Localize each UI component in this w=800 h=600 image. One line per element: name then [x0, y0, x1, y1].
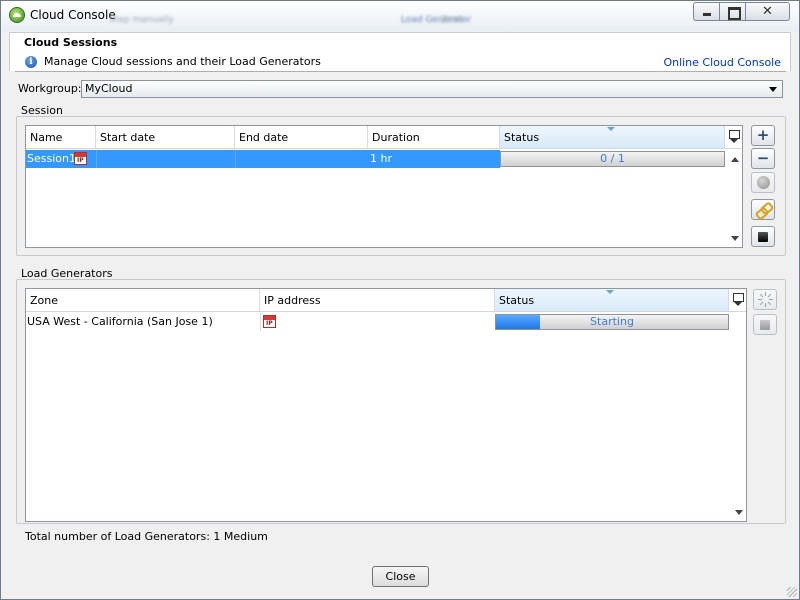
scroll-down-icon[interactable] — [731, 236, 739, 241]
total-load-generators-label: Total number of Load Generators: — [25, 530, 210, 543]
background-ghost-text: Step manually — [109, 15, 174, 25]
lg-ip-address-cell: IP — [260, 313, 495, 331]
session-table: Name Start date End date Duration Status… — [25, 125, 743, 248]
minimize-button[interactable] — [693, 2, 720, 21]
page-description: Manage Cloud sessions and their Load Gen… — [44, 55, 321, 68]
add-session-button[interactable]: + — [751, 125, 775, 146]
workgroup-label: Workgroup: — [18, 82, 82, 95]
plus-icon: + — [756, 126, 770, 144]
sort-indicator-icon — [606, 290, 614, 294]
session-end-date-cell — [235, 150, 368, 168]
remove-session-button[interactable]: − — [751, 148, 775, 169]
close-button[interactable]: Close — [372, 566, 429, 587]
title-bar: Cloud Console Step manually Load Generat… — [1, 1, 799, 31]
cloud-console-window: Cloud Console Step manually Load Generat… — [0, 0, 800, 600]
session-duration-cell: 1 hr — [370, 152, 392, 165]
session-table-header: Name Start date End date Duration Status — [26, 126, 742, 149]
lg-stop-button[interactable] — [753, 314, 777, 335]
column-header-lg-status[interactable]: Status — [495, 289, 729, 311]
scroll-up-icon[interactable] — [731, 157, 739, 162]
lg-refresh-button[interactable] — [753, 289, 777, 310]
session-status-text: 0 / 1 — [600, 152, 625, 165]
table-row[interactable]: Session1 IP 1 hr — [26, 150, 500, 168]
column-chooser-icon[interactable] — [731, 291, 745, 307]
total-load-generators: Total number of Load Generators: 1 Mediu… — [25, 530, 268, 543]
stop-icon — [758, 232, 768, 242]
link-chain-icon — [756, 203, 771, 216]
lg-zone-cell: USA West - California (San Jose 1) — [27, 315, 213, 328]
load-generators-table-header: Zone IP address Status — [26, 289, 746, 312]
lg-status-progress: Starting — [495, 314, 729, 330]
session-table-scrollbar[interactable] — [728, 149, 742, 247]
workgroup-value: MyCloud — [85, 82, 133, 95]
column-header-end-date[interactable]: End date — [235, 126, 368, 148]
column-header-status-label: Status — [504, 131, 540, 144]
online-cloud-console-link[interactable]: Online Cloud Console — [663, 56, 781, 69]
spinner-icon — [758, 292, 773, 307]
stop-icon — [760, 320, 770, 330]
column-header-duration[interactable]: Duration — [368, 126, 500, 148]
disabled-action-button[interactable] — [751, 172, 775, 193]
maximize-button[interactable] — [719, 2, 746, 21]
calendar-ip-icon-text: IP — [266, 320, 273, 327]
calendar-ip-icon: IP — [74, 152, 87, 165]
window-close-button[interactable]: ✕ — [745, 2, 790, 21]
app-icon — [9, 7, 25, 23]
session-name: Session1 — [27, 152, 76, 165]
session-name-cell: Session1 IP — [26, 150, 96, 168]
total-load-generators-value: 1 Medium — [213, 530, 268, 543]
lg-status-text: Starting — [590, 315, 634, 328]
stop-session-button[interactable] — [751, 226, 775, 247]
background-ghost-text: Zone — [441, 15, 464, 25]
close-icon: ✕ — [762, 4, 773, 19]
workgroup-select[interactable]: MyCloud — [81, 80, 783, 98]
calendar-ip-icon-text: IP — [77, 157, 84, 164]
column-header-lg-status-label: Status — [499, 294, 535, 307]
resize-grip-icon[interactable] — [787, 587, 797, 597]
sort-indicator-icon — [607, 127, 615, 131]
column-header-name[interactable]: Name — [26, 126, 96, 148]
minus-icon: − — [756, 149, 770, 167]
window-title: Cloud Console — [30, 8, 116, 22]
chevron-down-icon — [769, 87, 777, 92]
scroll-down-icon[interactable] — [735, 510, 743, 515]
calendar-ip-icon: IP — [263, 315, 276, 328]
load-generators-table-scrollbar[interactable] — [732, 312, 746, 521]
connect-session-button[interactable] — [751, 199, 775, 220]
column-header-zone[interactable]: Zone — [26, 289, 260, 311]
info-icon: i — [25, 56, 37, 68]
circle-icon — [757, 176, 770, 189]
session-status-progress: 0 / 1 — [500, 151, 725, 167]
session-start-date-cell — [96, 150, 235, 168]
header-separator — [15, 71, 786, 72]
column-header-status[interactable]: Status — [500, 126, 725, 148]
column-chooser-icon[interactable] — [727, 128, 741, 144]
column-header-ip-address[interactable]: IP address — [260, 289, 495, 311]
load-generators-table: Zone IP address Status USA West - Califo… — [25, 288, 747, 522]
column-header-start-date[interactable]: Start date — [96, 126, 235, 148]
page-title: Cloud Sessions — [24, 36, 118, 49]
